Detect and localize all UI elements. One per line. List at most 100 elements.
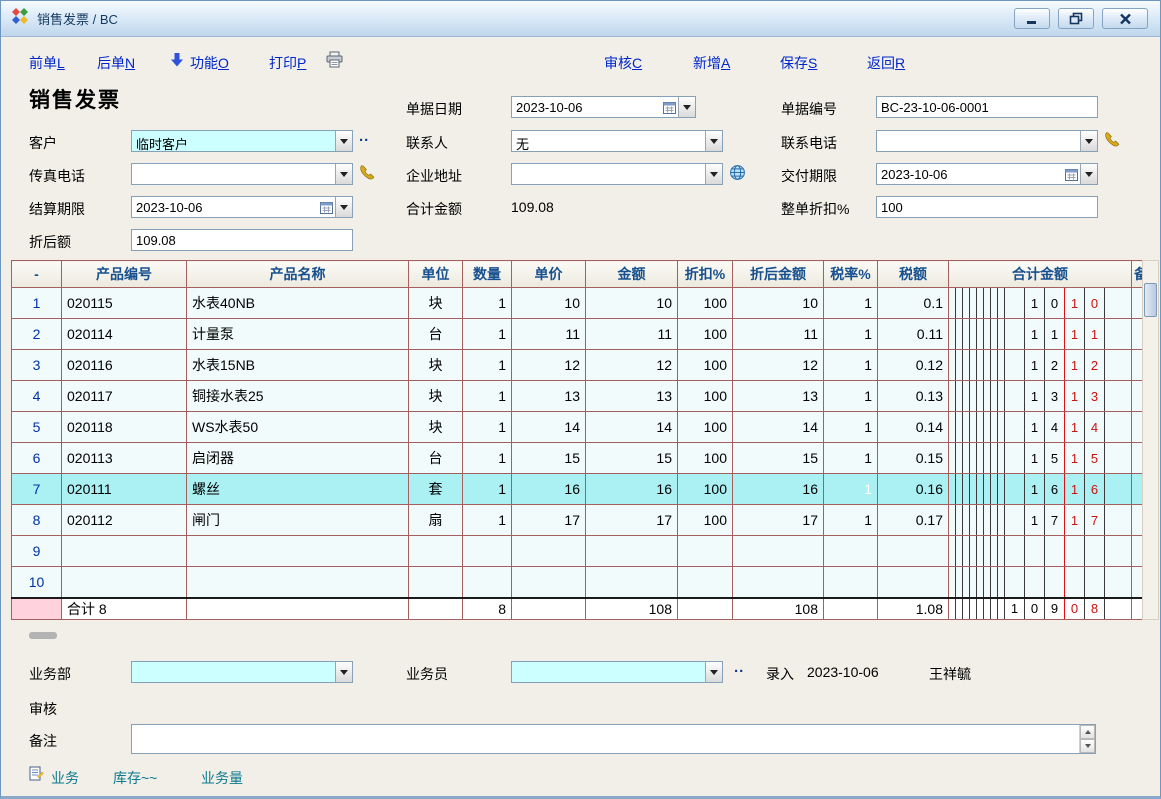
cell-disc_amount[interactable]: 12	[733, 350, 824, 381]
cell-name[interactable]: 螺丝	[187, 474, 409, 505]
cell-discount[interactable]	[678, 536, 733, 567]
cell-name[interactable]: 水表40NB	[187, 288, 409, 319]
cell-disc_amount[interactable]: 17	[733, 505, 824, 536]
prev-doc-button[interactable]: 前单L	[29, 53, 65, 73]
cell-price[interactable]: 11	[512, 319, 586, 350]
tab-inventory[interactable]: 库存~~	[113, 768, 157, 788]
cell-name[interactable]	[187, 536, 409, 567]
cell-remark[interactable]	[1132, 505, 1143, 536]
settle-date-field[interactable]: 2023-10-06	[131, 196, 353, 218]
salesman-browse-button[interactable]: ..	[734, 659, 744, 676]
title-bar[interactable]: 销售发票 / BC	[1, 1, 1160, 37]
cell-amount[interactable]: 13	[586, 381, 678, 412]
cell-remark[interactable]	[1132, 443, 1143, 474]
splitter-grip[interactable]	[29, 632, 57, 639]
cell-no[interactable]: 6	[12, 443, 62, 474]
cell-disc_amount[interactable]	[733, 536, 824, 567]
spinner-down-button[interactable]	[1080, 739, 1095, 753]
cell-tax[interactable]: 0.1	[878, 288, 949, 319]
cell-name[interactable]: 铜接水表25	[187, 381, 409, 412]
salesman-combo[interactable]	[511, 661, 723, 683]
cell-tax[interactable]: 0.13	[878, 381, 949, 412]
functions-down-arrow-icon[interactable]	[170, 52, 184, 73]
cell-code[interactable]	[62, 567, 187, 598]
cell-tax[interactable]: 0.15	[878, 443, 949, 474]
cell-qty[interactable]: 1	[463, 443, 512, 474]
contact-value[interactable]: 无	[512, 131, 705, 151]
delivery-date-dropdown-button[interactable]	[1080, 164, 1097, 184]
phone-combo[interactable]	[876, 130, 1098, 152]
cell-price[interactable]: 14	[512, 412, 586, 443]
cell-amount[interactable]: 17	[586, 505, 678, 536]
contact-combo[interactable]: 无	[511, 130, 723, 152]
customer-combo[interactable]: 临时客户	[131, 130, 353, 152]
cell-code[interactable]	[62, 536, 187, 567]
new-button[interactable]: 新增A	[693, 53, 730, 73]
fax-combo[interactable]	[131, 163, 353, 185]
tab-business-volume[interactable]: 业务量	[201, 768, 243, 788]
globe-icon[interactable]	[729, 164, 746, 186]
cell-remark[interactable]	[1132, 412, 1143, 443]
cell-discount[interactable]: 100	[678, 474, 733, 505]
cell-amount[interactable]: 11	[586, 319, 678, 350]
cell-total[interactable]	[949, 567, 1132, 598]
print-button[interactable]: 打印P	[269, 53, 306, 73]
fax-dropdown-button[interactable]	[335, 164, 352, 184]
cell-tax_rate[interactable]: 1	[824, 505, 878, 536]
cell-unit[interactable]: 块	[409, 288, 463, 319]
cell-code[interactable]: 020112	[62, 505, 187, 536]
doc-date-field[interactable]: 2023-10-06	[511, 96, 696, 118]
cell-code[interactable]: 020116	[62, 350, 187, 381]
cell-tax_rate[interactable]	[824, 567, 878, 598]
cell-unit[interactable]: 块	[409, 381, 463, 412]
cell-amount[interactable]: 12	[586, 350, 678, 381]
cell-no[interactable]: 7	[12, 474, 62, 505]
printer-icon[interactable]	[325, 51, 344, 73]
cell-amount[interactable]: 15	[586, 443, 678, 474]
cell-discount[interactable]: 100	[678, 288, 733, 319]
cell-qty[interactable]: 1	[463, 412, 512, 443]
cell-amount[interactable]: 16	[586, 474, 678, 505]
cell-qty[interactable]: 1	[463, 474, 512, 505]
cell-total[interactable]: 1111	[949, 319, 1132, 350]
cell-unit[interactable]: 台	[409, 443, 463, 474]
cell-discount[interactable]: 100	[678, 381, 733, 412]
cell-code[interactable]: 020114	[62, 319, 187, 350]
cell-name[interactable]: 计量泵	[187, 319, 409, 350]
cell-price[interactable]: 16	[512, 474, 586, 505]
cell-tax[interactable]	[878, 536, 949, 567]
cell-total[interactable]: 1313	[949, 381, 1132, 412]
calendar-icon[interactable]	[317, 197, 335, 217]
cell-no[interactable]: 9	[12, 536, 62, 567]
calendar-icon[interactable]	[1062, 164, 1080, 184]
cell-name[interactable]: 闸门	[187, 505, 409, 536]
cell-tax_rate[interactable]: 1	[824, 288, 878, 319]
salesman-value[interactable]	[512, 662, 705, 682]
cell-disc_amount[interactable]: 10	[733, 288, 824, 319]
dept-value[interactable]	[132, 662, 335, 682]
delivery-date-field[interactable]: 2023-10-06	[876, 163, 1098, 185]
minimize-button[interactable]	[1014, 8, 1050, 29]
phone-icon[interactable]	[1104, 131, 1121, 153]
cell-code[interactable]: 020117	[62, 381, 187, 412]
discounted-amount-field[interactable]	[131, 229, 353, 251]
phone-dropdown-button[interactable]	[1080, 131, 1097, 151]
cell-unit[interactable]: 块	[409, 412, 463, 443]
cell-amount[interactable]	[586, 536, 678, 567]
cell-no[interactable]: 8	[12, 505, 62, 536]
cell-qty[interactable]: 1	[463, 319, 512, 350]
cell-name[interactable]: 启闭器	[187, 443, 409, 474]
cell-discount[interactable]: 100	[678, 319, 733, 350]
cell-unit[interactable]: 台	[409, 319, 463, 350]
cell-unit[interactable]: 扇	[409, 505, 463, 536]
cell-disc_amount[interactable]: 11	[733, 319, 824, 350]
cell-discount[interactable]: 100	[678, 350, 733, 381]
save-button[interactable]: 保存S	[780, 53, 817, 73]
address-combo[interactable]	[511, 163, 723, 185]
cell-remark[interactable]	[1132, 350, 1143, 381]
audit-button[interactable]: 审核C	[604, 53, 642, 73]
dept-dropdown-button[interactable]	[335, 662, 352, 682]
cell-qty[interactable]: 1	[463, 350, 512, 381]
cell-remark[interactable]	[1132, 381, 1143, 412]
customer-dropdown-button[interactable]	[335, 131, 352, 151]
